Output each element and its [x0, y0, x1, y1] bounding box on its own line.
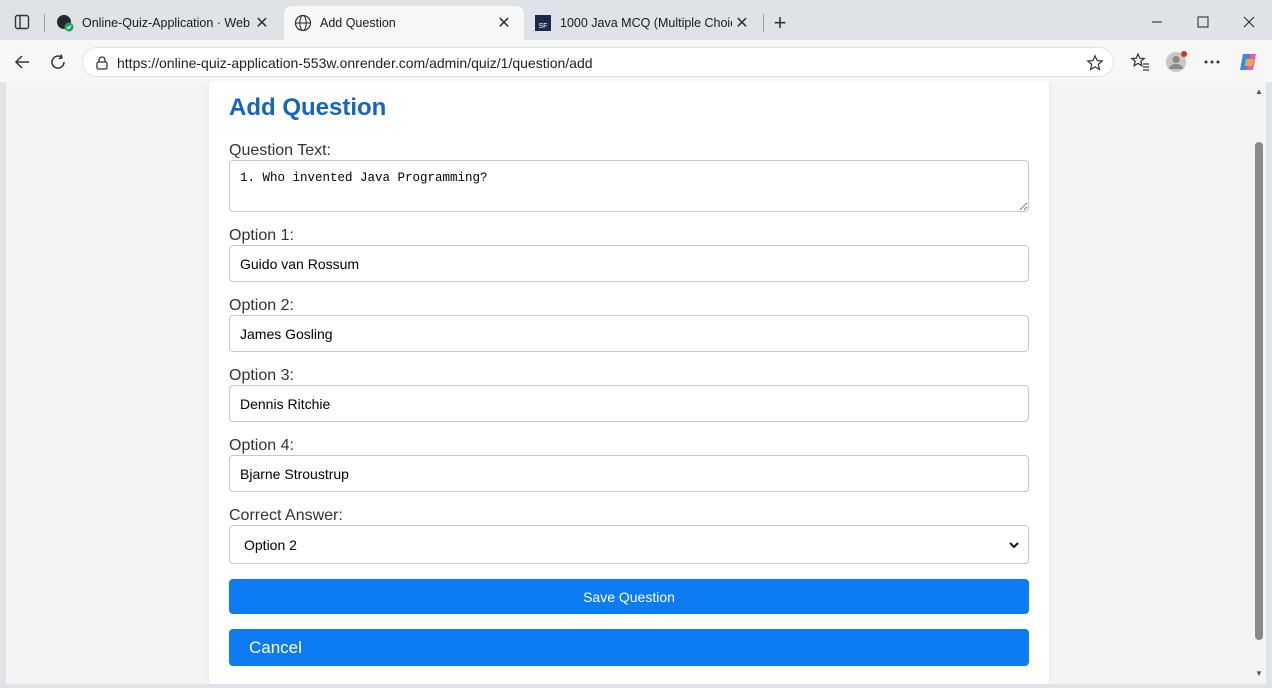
correct-answer-label: Correct Answer: — [229, 507, 343, 524]
close-tab-icon[interactable]: ✕ — [732, 13, 752, 33]
tab-separator — [44, 14, 45, 32]
question-text-input[interactable]: 1. Who invented Java Programming? — [229, 160, 1029, 212]
scrollbar-thumb[interactable] — [1255, 142, 1263, 640]
tab-add-question[interactable]: Add Question ✕ — [284, 6, 524, 40]
tab-title: 1000 Java MCQ (Multiple Choice Q — [560, 16, 732, 30]
page-title: Add Question — [229, 94, 387, 121]
tab-github[interactable]: Online-Quiz-Application · Web Se ✕ — [46, 6, 282, 40]
vertical-scrollbar[interactable]: ▲ ▼ — [1252, 82, 1266, 684]
page-viewport: Add Question Question Text: 1. Who inven… — [6, 82, 1252, 684]
minimize-icon[interactable] — [1134, 10, 1180, 34]
chevron-down-icon — [1008, 538, 1020, 554]
close-window-icon[interactable] — [1226, 10, 1272, 34]
site-info-icon[interactable] — [93, 54, 111, 72]
scroll-up-arrow-icon[interactable]: ▲ — [1255, 88, 1263, 96]
tab-separator — [763, 14, 764, 32]
correct-answer-value: Option 2 — [244, 536, 297, 553]
close-tab-icon[interactable]: ✕ — [494, 13, 514, 33]
tab-actions-icon[interactable] — [8, 10, 36, 34]
favorite-star-icon[interactable] — [1085, 53, 1105, 73]
option-4-input[interactable] — [229, 455, 1029, 492]
tab-java-mcq[interactable]: SF 1000 Java MCQ (Multiple Choice Q ✕ — [524, 6, 762, 40]
new-tab-icon[interactable]: + — [768, 10, 792, 35]
cancel-button[interactable]: Cancel — [229, 629, 1029, 666]
option-1-label: Option 1: — [229, 227, 294, 244]
correct-answer-select[interactable]: Option 2 — [229, 525, 1029, 564]
copilot-icon[interactable] — [1234, 48, 1262, 76]
tab-title: Add Question — [320, 16, 396, 30]
address-bar[interactable]: https://online-quiz-application-553w.onr… — [82, 47, 1114, 77]
reload-icon[interactable] — [44, 48, 72, 76]
option-3-label: Option 3: — [229, 367, 294, 384]
option-2-input[interactable] — [229, 315, 1029, 352]
save-question-button[interactable]: Save Question — [229, 579, 1029, 614]
option-3-input[interactable] — [229, 385, 1029, 422]
sanfoundry-favicon-icon: SF — [534, 14, 552, 32]
github-favicon-icon — [56, 14, 74, 32]
favorites-icon[interactable] — [1126, 48, 1154, 76]
tab-strip: Online-Quiz-Application · Web Se ✕ Add Q… — [0, 0, 1272, 44]
scroll-down-arrow-icon[interactable]: ▼ — [1255, 670, 1263, 678]
svg-text:SF: SF — [539, 23, 548, 30]
maximize-icon[interactable] — [1180, 10, 1226, 34]
tab-title: Online-Quiz-Application · Web Se — [82, 16, 252, 30]
more-options-icon[interactable] — [1198, 48, 1226, 76]
back-arrow-icon[interactable] — [8, 48, 36, 76]
question-text-label: Question Text: — [229, 142, 331, 159]
close-tab-icon[interactable]: ✕ — [252, 13, 272, 33]
option-2-label: Option 2: — [229, 297, 294, 314]
option-4-label: Option 4: — [229, 437, 294, 454]
url-text[interactable]: https://online-quiz-application-553w.onr… — [117, 55, 593, 71]
globe-icon — [294, 14, 312, 32]
add-question-card: Add Question Question Text: 1. Who inven… — [209, 82, 1049, 684]
option-1-input[interactable] — [229, 245, 1029, 282]
profile-avatar-icon[interactable] — [1162, 48, 1190, 76]
